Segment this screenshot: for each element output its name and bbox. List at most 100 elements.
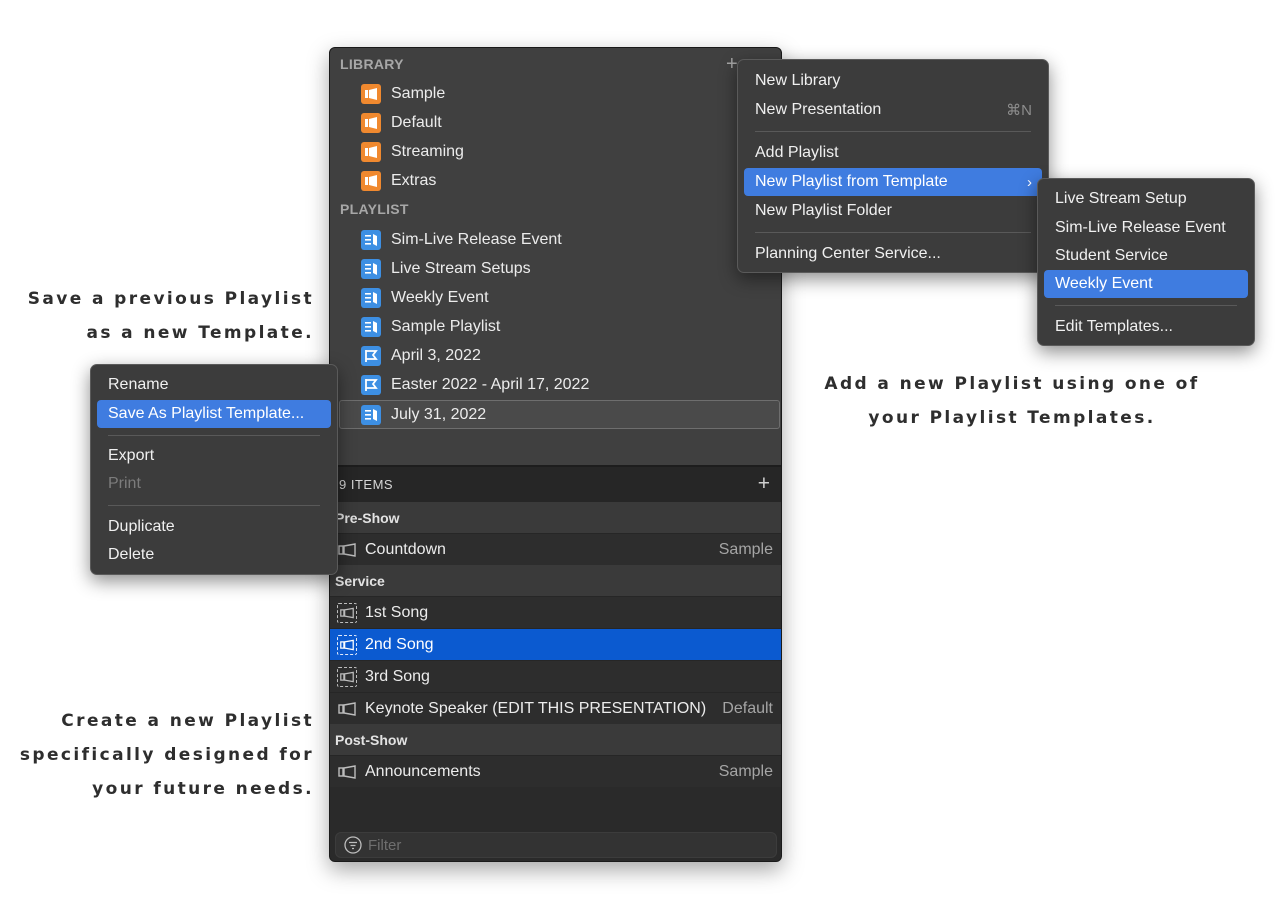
playlist-item-label: July 31, 2022 — [391, 405, 487, 423]
playlist-entry[interactable]: 3rd Song — [330, 660, 781, 692]
placeholder-icon — [337, 634, 357, 655]
library-item-extras[interactable]: Extras — [330, 166, 781, 195]
entry-library: Sample — [718, 540, 773, 558]
playlist-entry[interactable]: Keynote Speaker (EDIT THIS PRESENTATION)… — [330, 692, 781, 724]
menu-item-edit-templates[interactable]: Edit Templates... — [1044, 313, 1248, 341]
entry-name: 3rd Song — [365, 667, 430, 685]
playlist-item-label: Weekly Event — [391, 288, 489, 306]
entry-name: 2nd Song — [365, 635, 434, 653]
playlist-entry-selected[interactable]: 2nd Song — [330, 628, 781, 660]
items-header: 9 ITEMS + — [330, 467, 781, 502]
callout-add-from-template: Add a new Playlist using one of your Pla… — [812, 367, 1212, 435]
callout-line: as a new Template. — [86, 323, 314, 343]
playlist-item[interactable]: Easter 2022 - April 17, 2022 — [330, 370, 781, 399]
playlist-entry[interactable]: Announcements Sample — [330, 755, 781, 787]
library-icon — [361, 83, 381, 104]
items-count: 9 ITEMS — [339, 477, 394, 492]
menu-item-label: New Presentation — [755, 101, 882, 118]
menu-item-rename[interactable]: Rename — [97, 371, 331, 399]
chevron-right-icon: › — [1027, 173, 1032, 191]
library-playlist-area: LIBRARY + Sample Default Streaming Extra… — [330, 48, 781, 466]
filter-field[interactable]: Filter — [335, 832, 777, 858]
group-header-pre-show[interactable]: Pre-Show — [330, 502, 781, 533]
placeholder-icon — [337, 666, 357, 687]
menu-item-delete[interactable]: Delete — [97, 541, 331, 569]
menu-item-planning-center-service[interactable]: Planning Center Service... — [744, 240, 1042, 268]
menu-item-template-selected[interactable]: Weekly Event — [1044, 270, 1248, 298]
entry-name: 1st Song — [365, 603, 429, 621]
presentation-icon — [337, 700, 357, 718]
menu-item-new-library[interactable]: New Library — [744, 67, 1042, 95]
playlist-template-icon — [361, 404, 381, 425]
library-item-label: Default — [391, 113, 442, 131]
callout-create-playlist: Create a new Playlist specifically desig… — [20, 704, 314, 806]
playlist-item-selected[interactable]: July 31, 2022 — [339, 400, 780, 429]
library-item-sample[interactable]: Sample — [330, 79, 781, 108]
menu-separator — [108, 435, 320, 436]
playlist-item[interactable]: Weekly Event — [330, 283, 781, 312]
library-icon — [361, 112, 381, 133]
callout-line: specifically designed for — [19, 745, 314, 765]
playlist-item[interactable]: Live Stream Setups — [330, 254, 781, 283]
group-header-service[interactable]: Service — [330, 565, 781, 596]
menu-item-new-playlist-from-template[interactable]: New Playlist from Template › — [744, 168, 1042, 196]
playlist-item-label: Sample Playlist — [391, 317, 501, 335]
menu-item-new-playlist-folder[interactable]: New Playlist Folder — [744, 197, 1042, 225]
playlist-item[interactable]: Sim-Live Release Event — [330, 225, 781, 254]
menu-item-export[interactable]: Export — [97, 442, 331, 470]
menu-item-print: Print — [108, 475, 141, 492]
playlist-item[interactable]: Sample Playlist — [330, 312, 781, 341]
menu-item-template[interactable]: Live Stream Setup — [1044, 185, 1248, 213]
presentation-icon — [337, 763, 357, 781]
template-submenu: Live Stream Setup Sim-Live Release Event… — [1037, 178, 1255, 346]
playlist-section-label: PLAYLIST — [340, 201, 409, 217]
callout-line: Save a previous Playlist — [27, 289, 314, 309]
playlist-entry[interactable]: 1st Song — [330, 596, 781, 628]
playlist-item[interactable]: April 3, 2022 — [330, 341, 781, 370]
menu-item-template[interactable]: Student Service — [1044, 242, 1248, 270]
callout-line: your Playlist Templates. — [868, 408, 1156, 428]
group-header-post-show[interactable]: Post-Show — [330, 724, 781, 755]
library-icon — [361, 170, 381, 191]
playlist-template-icon — [361, 258, 381, 279]
entry-name: Keynote Speaker (EDIT THIS PRESENTATION) — [365, 699, 707, 717]
planning-center-icon — [361, 345, 381, 366]
menu-item-add-playlist[interactable]: Add Playlist — [744, 139, 1042, 167]
entry-name: Countdown — [365, 540, 446, 558]
add-menu: New Library New Presentation ⌘N Add Play… — [737, 59, 1049, 273]
library-item-streaming[interactable]: Streaming — [330, 137, 781, 166]
playlist-items-area: 9 ITEMS + Pre-Show Countdown Sample Serv… — [330, 467, 781, 861]
entry-name: Announcements — [365, 762, 481, 780]
menu-item-template[interactable]: Sim-Live Release Event — [1044, 214, 1248, 242]
library-icon — [361, 141, 381, 162]
library-item-label: Sample — [391, 84, 446, 102]
filter-placeholder: Filter — [368, 836, 402, 854]
playlist-item-label: Sim-Live Release Event — [391, 230, 562, 248]
shortcut-label: ⌘N — [1006, 102, 1032, 119]
add-item-button[interactable]: + — [758, 472, 770, 496]
playlist-template-icon — [361, 316, 381, 337]
planning-center-icon — [361, 374, 381, 395]
menu-separator — [108, 505, 320, 506]
menu-separator — [755, 131, 1031, 132]
menu-separator — [755, 232, 1031, 233]
library-add-button[interactable]: + — [726, 54, 738, 74]
entry-library: Sample — [718, 762, 773, 780]
library-panel: LIBRARY + Sample Default Streaming Extra… — [329, 47, 782, 862]
callout-line: Add a new Playlist using one of — [824, 374, 1200, 394]
library-item-default[interactable]: Default — [330, 108, 781, 137]
filter-icon — [344, 836, 362, 854]
placeholder-icon — [337, 602, 357, 623]
menu-item-new-presentation[interactable]: New Presentation ⌘N — [744, 96, 1042, 124]
menu-item-label: New Playlist from Template — [755, 173, 948, 190]
callout-line: Create a new Playlist — [61, 711, 314, 731]
playlist-entry[interactable]: Countdown Sample — [330, 533, 781, 565]
entry-library: Default — [722, 699, 773, 717]
playlist-item-label: Easter 2022 - April 17, 2022 — [391, 375, 590, 393]
menu-item-save-as-playlist-template[interactable]: Save As Playlist Template... — [97, 400, 331, 428]
menu-item-duplicate[interactable]: Duplicate — [97, 513, 331, 541]
playlist-item-label: Live Stream Setups — [391, 259, 531, 277]
playlist-item-label: April 3, 2022 — [391, 346, 481, 364]
playlist-context-menu: Rename Save As Playlist Template... Expo… — [90, 364, 338, 575]
callout-line: your future needs. — [92, 779, 314, 799]
